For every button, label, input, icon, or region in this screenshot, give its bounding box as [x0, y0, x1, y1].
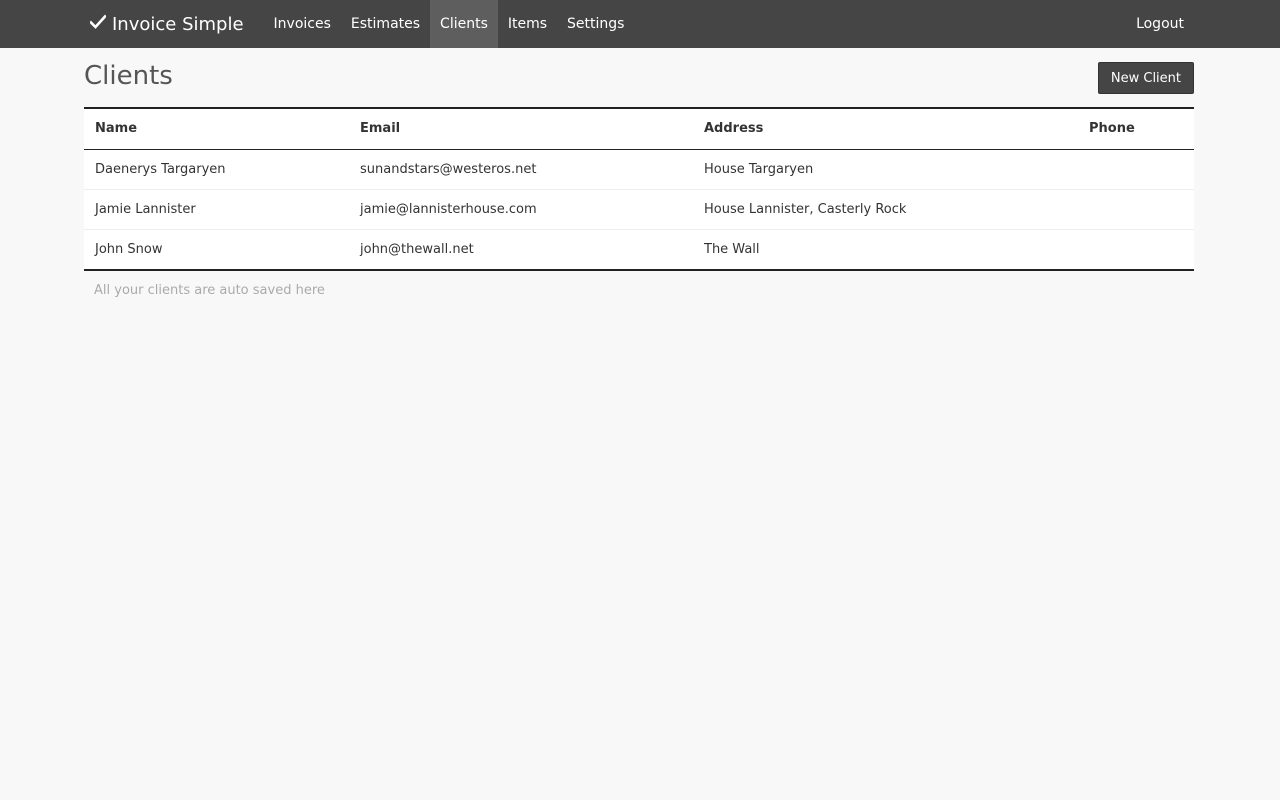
client-name: Daenerys Targaryen — [84, 149, 349, 190]
main-nav: Invoices Estimates Clients Items Setting… — [264, 0, 635, 48]
page-header: Clients New Client — [84, 48, 1194, 107]
checkmark-icon — [89, 14, 112, 35]
logout-link[interactable]: Logout — [1126, 0, 1194, 48]
page-title: Clients — [84, 61, 173, 91]
table-row[interactable]: John Snow john@thewall.net The Wall — [84, 229, 1194, 269]
client-phone — [1078, 189, 1194, 230]
nav-item-estimates[interactable]: Estimates — [341, 0, 430, 48]
table-row[interactable]: Daenerys Targaryen sunandstars@westeros.… — [84, 149, 1194, 190]
client-address: House Lannister, Casterly Rock — [693, 189, 1078, 230]
top-navbar: Invoice Simple Invoices Estimates Client… — [0, 0, 1280, 48]
table-header-row: Name Email Address Phone — [84, 109, 1194, 150]
brand-logo[interactable]: Invoice Simple — [84, 0, 244, 48]
client-email: jamie@lannisterhouse.com — [349, 189, 693, 230]
client-email: sunandstars@westeros.net — [349, 149, 693, 190]
autosave-note: All your clients are auto saved here — [94, 283, 325, 298]
client-name: Jamie Lannister — [84, 189, 349, 230]
table-row[interactable]: Jamie Lannister jamie@lannisterhouse.com… — [84, 189, 1194, 230]
clients-table: Name Email Address Phone Daenerys Targar… — [84, 109, 1194, 269]
client-phone — [1078, 149, 1194, 190]
client-name: John Snow — [95, 241, 163, 257]
nav-item-items[interactable]: Items — [498, 0, 557, 48]
clients-table-wrapper: Name Email Address Phone Daenerys Targar… — [84, 107, 1194, 271]
column-header-name[interactable]: Name — [84, 109, 349, 150]
client-address: House Targaryen — [693, 149, 1078, 190]
client-phone — [1078, 229, 1194, 269]
brand-name: Invoice Simple — [112, 13, 244, 35]
nav-item-invoices[interactable]: Invoices — [264, 0, 341, 48]
column-header-address[interactable]: Address — [693, 109, 1078, 150]
nav-item-settings[interactable]: Settings — [557, 0, 634, 48]
column-header-email[interactable]: Email — [349, 109, 693, 150]
new-client-button[interactable]: New Client — [1097, 62, 1194, 94]
client-address: The Wall — [704, 241, 760, 257]
client-email: john@thewall.net — [360, 241, 474, 257]
column-header-phone[interactable]: Phone — [1078, 109, 1194, 150]
nav-item-clients[interactable]: Clients — [430, 0, 498, 48]
main-content: Clients New Client Name Email Address Ph… — [84, 48, 1194, 298]
